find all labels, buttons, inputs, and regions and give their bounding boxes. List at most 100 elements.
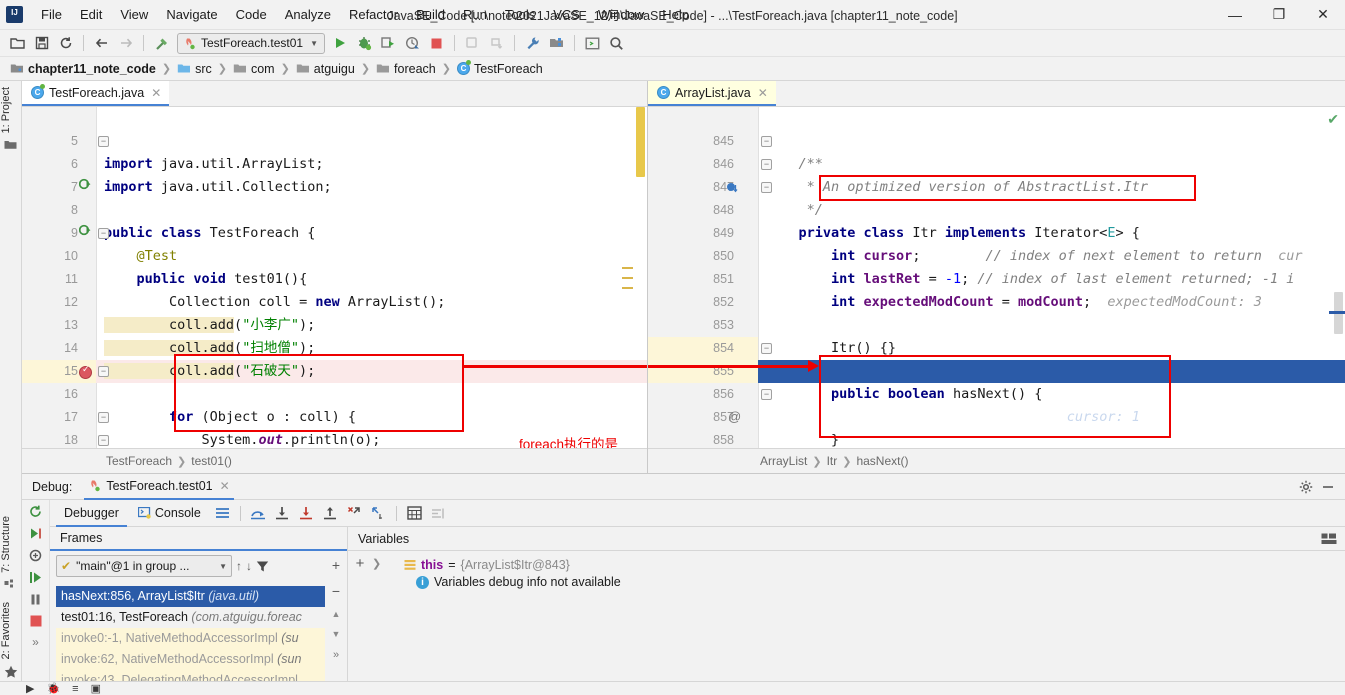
show-execution-point-icon[interactable]	[248, 503, 269, 523]
debug-icon[interactable]	[353, 32, 376, 54]
evaluate-expression-icon[interactable]	[404, 503, 425, 523]
menu-tools[interactable]: Tools	[496, 3, 544, 26]
breadcrumb-project[interactable]: chapter11_note_code	[7, 61, 159, 77]
fold-icon[interactable]: −	[761, 343, 772, 354]
back-arrow-icon[interactable]	[90, 32, 113, 54]
frame-up-icon[interactable]: ↑	[236, 559, 242, 573]
close-button[interactable]: ✕	[1301, 0, 1345, 30]
terminal-icon[interactable]	[581, 32, 604, 54]
debug-session-tab[interactable]: TestForeach.test01 ✕	[84, 474, 234, 500]
add-to-watches-icon[interactable]: +	[356, 555, 365, 572]
build-hammer-icon[interactable]	[150, 32, 173, 54]
tab-arraylist-java[interactable]: ArrayList.java ✕	[648, 81, 776, 106]
sidebar-item-project[interactable]: 1: Project	[0, 83, 21, 137]
fold-icon[interactable]: −	[761, 389, 772, 400]
settings-gear-icon[interactable]	[1299, 480, 1313, 494]
menu-code[interactable]: Code	[227, 3, 276, 26]
frames-list[interactable]: hasNext:856, ArrayList$Itr (java.util) t…	[56, 586, 325, 681]
editor-scrollbar-thumb[interactable]	[636, 107, 645, 177]
run-method-gutter-icon[interactable]	[79, 224, 92, 237]
more-actions-icon[interactable]: »	[32, 635, 39, 649]
run-configuration-selector[interactable]: TestForeach.test01 ▼	[177, 32, 325, 54]
status-run-icon[interactable]: ▶	[26, 682, 34, 695]
run-to-cursor-icon[interactable]	[368, 503, 389, 523]
code-view-right[interactable]: 845 /** 846 * An optimized version of Ab…	[648, 107, 1345, 448]
save-icon[interactable]	[30, 32, 53, 54]
menu-navigate[interactable]: Navigate	[157, 3, 226, 26]
breadcrumb-foreach[interactable]: foreach	[373, 61, 439, 77]
fold-icon[interactable]: −	[98, 228, 109, 239]
status-terminal-icon[interactable]: ▣	[91, 682, 101, 695]
breadcrumb-method-name[interactable]: hasNext()	[856, 454, 908, 468]
tab-close-icon[interactable]: ✕	[151, 86, 161, 100]
sync-icon[interactable]	[54, 32, 77, 54]
breadcrumb-method-name[interactable]: test01()	[191, 454, 232, 468]
stop-program-icon[interactable]	[29, 614, 43, 628]
fold-icon[interactable]: −	[98, 412, 109, 423]
fold-icon[interactable]: −	[98, 435, 109, 446]
menu-build[interactable]: Build	[407, 3, 454, 26]
frame-down-icon[interactable]: ↓	[246, 559, 252, 573]
thread-selector[interactable]: ✔ "main"@1 in group ... ▼	[56, 555, 232, 577]
step-out-icon[interactable]	[320, 503, 341, 523]
pause-program-icon[interactable]	[28, 592, 43, 607]
profile-icon[interactable]	[401, 32, 424, 54]
menu-analyze[interactable]: Analyze	[276, 3, 340, 26]
breakpoint-icon[interactable]	[79, 364, 92, 379]
fold-icon[interactable]: −	[98, 366, 109, 377]
drop-frame-icon[interactable]	[344, 503, 365, 523]
tab-testforeach-java[interactable]: TestForeach.java ✕	[22, 81, 170, 106]
run-test-gutter-icon[interactable]	[79, 178, 92, 191]
menu-edit[interactable]: Edit	[71, 3, 111, 26]
layout-menu-icon[interactable]	[212, 503, 233, 523]
status-todo-icon[interactable]: ≡	[72, 683, 78, 695]
menu-file[interactable]: File	[32, 3, 71, 26]
minimize-icon[interactable]	[1321, 480, 1335, 494]
step-resume-icon[interactable]	[28, 570, 43, 585]
fold-icon[interactable]: −	[98, 136, 109, 147]
fold-icon[interactable]: −	[761, 136, 772, 147]
breadcrumb-inner-class[interactable]: Itr	[827, 454, 838, 468]
variable-row[interactable]: this = {ArrayList$Itr@843}	[394, 555, 1345, 572]
project-structure-icon[interactable]	[545, 32, 568, 54]
expand-node-icon[interactable]: ❯	[372, 557, 390, 570]
breadcrumb-com[interactable]: com	[230, 61, 278, 77]
tab-console[interactable]: Console	[130, 502, 209, 524]
more-frames-icon[interactable]: »	[333, 649, 339, 661]
menu-help[interactable]: Help	[653, 3, 698, 26]
stop-icon[interactable]	[425, 32, 448, 54]
breadcrumb-atguigu[interactable]: atguigu	[293, 61, 358, 77]
frame-row[interactable]: test01:16, TestForeach (com.atguigu.fore…	[56, 607, 325, 628]
minimize-button[interactable]: —	[1213, 0, 1257, 30]
status-debug-icon[interactable]: 🐞	[46, 682, 60, 695]
inspection-ok-icon[interactable]: ✔	[1327, 111, 1339, 128]
frame-row[interactable]: invoke0:-1, NativeMethodAccessorImpl (su	[56, 628, 325, 649]
variables-layout-icon[interactable]	[1321, 533, 1337, 547]
rerun-icon[interactable]	[28, 504, 43, 519]
frame-row[interactable]: hasNext:856, ArrayList$Itr (java.util)	[56, 586, 325, 607]
menu-window[interactable]: Window	[589, 3, 653, 26]
step-into-icon[interactable]	[296, 503, 317, 523]
code-view-left[interactable]: 5 import java.util.ArrayList; 6 import j…	[22, 107, 647, 448]
scroll-down-icon[interactable]: ▼	[332, 629, 341, 639]
settings-wrench-icon[interactable]	[521, 32, 544, 54]
breadcrumb-class-name[interactable]: ArrayList	[760, 454, 807, 468]
run-with-coverage-icon[interactable]	[377, 32, 400, 54]
scroll-up-icon[interactable]: ▲	[332, 609, 341, 619]
sidebar-item-favorites[interactable]: 2: Favorites	[0, 598, 21, 663]
frame-row[interactable]: invoke:62, NativeMethodAccessorImpl (sun	[56, 649, 325, 670]
tab-debugger[interactable]: Debugger	[56, 500, 127, 527]
menu-refactor[interactable]: Refactor	[340, 3, 407, 26]
debug-tab-close-icon[interactable]: ✕	[220, 479, 230, 493]
tab-close-icon[interactable]: ✕	[758, 86, 768, 100]
menu-vcs[interactable]: VCS	[544, 3, 589, 26]
view-breakpoints-icon[interactable]	[28, 548, 43, 563]
open-folder-icon[interactable]	[6, 32, 29, 54]
menu-view[interactable]: View	[111, 3, 157, 26]
menu-run[interactable]: Run	[454, 3, 496, 26]
breadcrumb-class[interactable]: TestForeach	[454, 60, 546, 77]
add-watch-icon[interactable]: +	[332, 557, 340, 573]
run-icon[interactable]	[329, 32, 352, 54]
field-overridden-gutter-icon[interactable]	[726, 182, 739, 195]
resume-program-icon[interactable]	[28, 526, 43, 541]
